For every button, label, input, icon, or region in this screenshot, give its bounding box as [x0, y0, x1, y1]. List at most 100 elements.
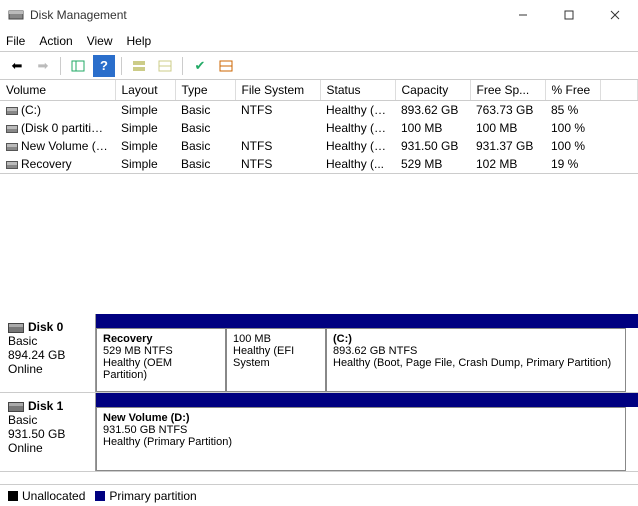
top-view-button[interactable] — [128, 55, 150, 77]
volume-capacity: 893.62 GB — [395, 101, 470, 120]
volume-layout: Simple — [115, 137, 175, 155]
legend-unallocated-swatch — [8, 491, 18, 501]
volume-pctfree: 100 % — [545, 119, 600, 137]
bottom-view-button[interactable] — [154, 55, 176, 77]
volume-free: 102 MB — [470, 155, 545, 173]
menubar: File Action View Help — [0, 30, 638, 52]
volume-fs: NTFS — [235, 101, 320, 120]
titlebar: Disk Management — [0, 0, 638, 30]
legend-primary-swatch — [95, 491, 105, 501]
volume-status: Healthy (E... — [320, 119, 395, 137]
volume-status: Healthy (B... — [320, 101, 395, 120]
volume-free: 763.73 GB — [470, 101, 545, 120]
menu-file[interactable]: File — [6, 34, 25, 48]
disk-status: Online — [8, 362, 87, 376]
partition[interactable]: Recovery529 MB NTFSHealthy (OEM Partitio… — [96, 328, 226, 392]
minimize-button[interactable] — [500, 0, 546, 30]
volume-pctfree: 19 % — [545, 155, 600, 173]
maximize-button[interactable] — [546, 0, 592, 30]
disk-icon — [8, 323, 24, 333]
col-status[interactable]: Status — [320, 80, 395, 101]
volume-row[interactable]: (C:)SimpleBasicNTFSHealthy (B...893.62 G… — [0, 101, 638, 120]
partition-band — [96, 393, 638, 407]
partition-size: 931.50 GB NTFS — [103, 424, 619, 436]
volume-capacity: 931.50 GB — [395, 137, 470, 155]
partition[interactable]: New Volume (D:)931.50 GB NTFSHealthy (Pr… — [96, 407, 626, 471]
volume-free: 100 MB — [470, 119, 545, 137]
volume-type: Basic — [175, 101, 235, 120]
volume-fs: NTFS — [235, 137, 320, 155]
check-icon[interactable]: ✔ — [189, 55, 211, 77]
volume-status: Healthy (P... — [320, 137, 395, 155]
col-pctfree[interactable]: % Free — [545, 80, 600, 101]
disk-type: Basic — [8, 413, 87, 427]
volume-capacity: 529 MB — [395, 155, 470, 173]
disk-icon — [8, 402, 24, 412]
toolbar: ⬅ ➡ ? ✔ — [0, 52, 638, 80]
legend-unallocated: Unallocated — [22, 489, 85, 503]
disk-label: Disk 1Basic931.50 GBOnline — [0, 393, 96, 471]
disk-size: 894.24 GB — [8, 348, 87, 362]
volume-fs — [235, 119, 320, 137]
volume-name: New Volume (D:) — [21, 139, 112, 153]
col-free[interactable]: Free Sp... — [470, 80, 545, 101]
disk-row[interactable]: Disk 1Basic931.50 GBOnlineNew Volume (D:… — [0, 393, 638, 472]
partition-title: Recovery — [103, 333, 219, 345]
show-hide-tree-button[interactable] — [67, 55, 89, 77]
app-icon — [8, 7, 24, 23]
menu-action[interactable]: Action — [39, 34, 72, 48]
help-button[interactable]: ? — [93, 55, 115, 77]
volume-name: Recovery — [21, 157, 72, 171]
disk-name: Disk 1 — [28, 399, 63, 413]
volume-row[interactable]: New Volume (D:)SimpleBasicNTFSHealthy (P… — [0, 137, 638, 155]
col-capacity[interactable]: Capacity — [395, 80, 470, 101]
partition-status: Healthy (OEM Partition) — [103, 357, 219, 381]
partition-status: Healthy (EFI System — [233, 345, 319, 369]
volume-row[interactable]: RecoverySimpleBasicNTFSHealthy (...529 M… — [0, 155, 638, 173]
disk-type: Basic — [8, 334, 87, 348]
volume-name: (C:) — [21, 103, 41, 117]
legend: Unallocated Primary partition — [0, 484, 638, 506]
partition[interactable]: 100 MBHealthy (EFI System — [226, 328, 326, 392]
volume-free: 931.37 GB — [470, 137, 545, 155]
disk-graphic-panel: Disk 0Basic894.24 GBOnlineRecovery529 MB… — [0, 314, 638, 472]
window-title: Disk Management — [30, 8, 127, 22]
volume-layout: Simple — [115, 119, 175, 137]
volume-type: Basic — [175, 119, 235, 137]
volume-status: Healthy (... — [320, 155, 395, 173]
drive-icon — [6, 143, 18, 151]
partition-size: 100 MB — [233, 333, 319, 345]
partition-band — [96, 314, 638, 328]
column-headers[interactable]: Volume Layout Type File System Status Ca… — [0, 80, 638, 101]
menu-view[interactable]: View — [87, 34, 113, 48]
col-volume[interactable]: Volume — [0, 80, 115, 101]
col-type[interactable]: Type — [175, 80, 235, 101]
volume-pctfree: 85 % — [545, 101, 600, 120]
menu-help[interactable]: Help — [127, 34, 152, 48]
partition-status: Healthy (Boot, Page File, Crash Dump, Pr… — [333, 357, 619, 369]
disk-status: Online — [8, 441, 87, 455]
volume-name: (Disk 0 partition 2) — [21, 121, 115, 135]
legend-primary: Primary partition — [109, 489, 196, 503]
partition-size: 529 MB NTFS — [103, 345, 219, 357]
disk-row[interactable]: Disk 0Basic894.24 GBOnlineRecovery529 MB… — [0, 314, 638, 393]
disk-label: Disk 0Basic894.24 GBOnline — [0, 314, 96, 392]
settings-view-button[interactable] — [215, 55, 237, 77]
disk-size: 931.50 GB — [8, 427, 87, 441]
partition-size: 893.62 GB NTFS — [333, 345, 619, 357]
partition-title: (C:) — [333, 333, 619, 345]
close-button[interactable] — [592, 0, 638, 30]
back-button[interactable]: ⬅ — [6, 55, 28, 77]
volume-layout: Simple — [115, 155, 175, 173]
volume-list[interactable]: Volume Layout Type File System Status Ca… — [0, 80, 638, 174]
volume-row[interactable]: (Disk 0 partition 2)SimpleBasic Healthy (… — [0, 119, 638, 137]
disk-name: Disk 0 — [28, 320, 63, 334]
partition[interactable]: (C:)893.62 GB NTFSHealthy (Boot, Page Fi… — [326, 328, 626, 392]
volume-capacity: 100 MB — [395, 119, 470, 137]
drive-icon — [6, 161, 18, 169]
drive-icon — [6, 125, 18, 133]
volume-pctfree: 100 % — [545, 137, 600, 155]
col-layout[interactable]: Layout — [115, 80, 175, 101]
col-fs[interactable]: File System — [235, 80, 320, 101]
forward-button[interactable]: ➡ — [32, 55, 54, 77]
